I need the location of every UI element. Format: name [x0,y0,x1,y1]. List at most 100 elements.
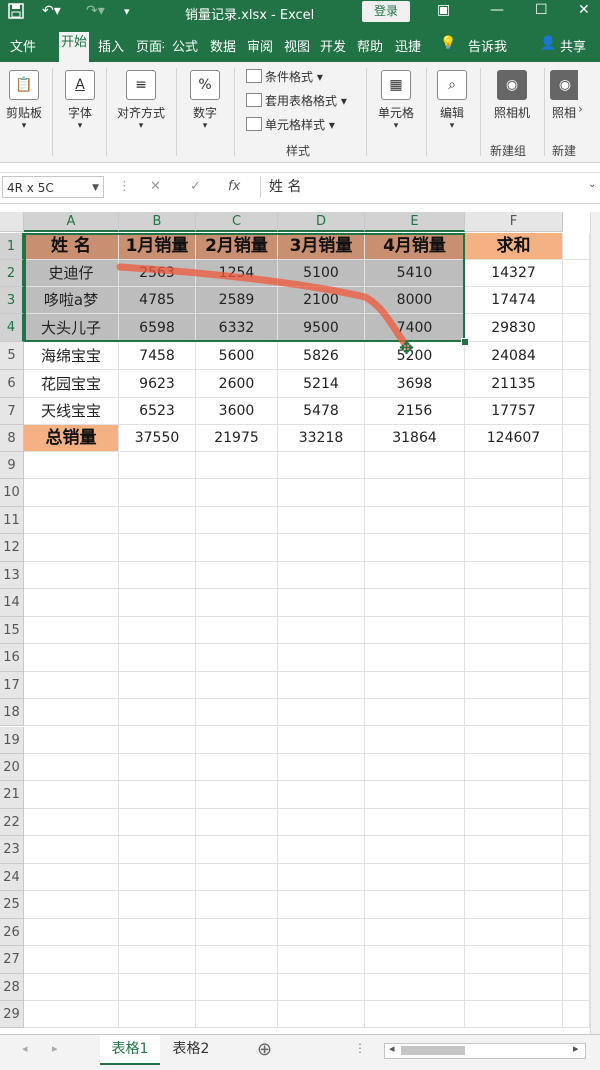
empty-cell[interactable] [119,616,196,645]
empty-cell[interactable] [24,561,119,590]
data-cell[interactable]: 17474 [465,287,563,314]
empty-cell[interactable] [563,863,590,892]
empty-cell[interactable] [196,644,278,672]
empty-cell[interactable] [365,534,465,562]
empty-cell[interactable] [465,589,563,617]
number-group[interactable]: % 数字 ▾ [184,70,226,131]
column-header-f[interactable]: F [465,212,563,232]
data-cell[interactable]: 5478 [278,398,365,425]
scroll-left-icon[interactable]: ◂ [389,1042,395,1055]
empty-cell[interactable] [24,946,119,974]
cancel-icon[interactable]: ✕ [150,179,161,194]
empty-cell[interactable] [196,808,278,837]
empty-cell[interactable] [119,1001,196,1029]
font-group[interactable]: A 字体 ▾ [60,70,100,131]
name-box[interactable]: 4R x 5C ▼ [2,176,104,198]
row-header-25[interactable]: 25 [0,891,24,919]
column-header-b[interactable]: B [119,212,196,232]
empty-cell[interactable] [119,506,196,535]
data-cell[interactable]: 6598 [119,314,196,342]
empty-cell[interactable] [196,726,278,754]
empty-cell[interactable] [196,589,278,617]
data-cell[interactable]: 9500 [278,314,365,342]
empty-cell[interactable] [278,561,365,590]
conditional-format-button[interactable]: 条件格式 ▾ [246,68,323,85]
empty-cell[interactable] [563,644,590,672]
tab-formulas[interactable]: 公式 [172,36,198,55]
empty-cell[interactable] [365,836,465,864]
empty-cell[interactable] [465,699,563,727]
customize-qat-icon[interactable]: ▾ [124,5,130,18]
empty-cell[interactable] [563,836,590,864]
next-sheet-icon[interactable]: ▸ [52,1042,58,1055]
empty-cell[interactable] [119,753,196,782]
data-cell[interactable]: 天线宝宝 [24,398,119,425]
row-header-17[interactable]: 17 [0,671,24,700]
empty-cell[interactable] [196,863,278,892]
data-cell[interactable]: 33218 [278,425,365,452]
row-header-4[interactable]: 4 [0,314,24,342]
data-cell[interactable]: 9623 [119,370,196,398]
empty-cell[interactable] [465,726,563,754]
sheet-tab-2[interactable]: 表格2 [162,1035,220,1063]
header-cell[interactable]: 求和 [465,233,563,260]
empty-cell[interactable] [278,479,365,507]
empty-cell[interactable] [278,589,365,617]
data-cell[interactable]: 31864 [365,425,465,452]
empty-cell[interactable] [24,836,119,864]
data-cell[interactable]: 花园宝宝 [24,370,119,398]
data-cell[interactable]: 5100 [278,260,365,287]
empty-cell[interactable] [465,452,563,480]
empty-cell[interactable] [465,534,563,562]
empty-cell[interactable] [465,808,563,837]
empty-cell[interactable] [119,699,196,727]
lightbulb-icon[interactable]: 💡 [440,36,456,51]
empty-cell[interactable] [563,1001,590,1029]
row-header-13[interactable]: 13 [0,561,24,590]
empty-cell[interactable] [563,506,590,535]
scroll-right-icon[interactable]: › [578,102,583,116]
scroll-right-icon[interactable]: ▸ [573,1042,579,1055]
row-header-23[interactable]: 23 [0,836,24,864]
cell-style-button[interactable]: 单元格样式 ▾ [246,116,335,133]
enter-icon[interactable]: ✓ [190,179,201,194]
empty-cell[interactable] [365,561,465,590]
empty-cell[interactable] [365,452,465,480]
row-header-3[interactable]: 3 [0,287,24,314]
ribbon-display-icon[interactable]: ▣ [437,2,450,18]
row-header-9[interactable]: 9 [0,452,24,480]
data-cell[interactable]: 37550 [119,425,196,452]
data-cell[interactable]: 2600 [196,370,278,398]
maximize-icon[interactable]: ☐ [535,2,548,18]
empty-cell[interactable] [278,753,365,782]
column-header-a[interactable]: A [24,212,119,232]
row-header-5[interactable]: 5 [0,342,24,370]
scroll-thumb[interactable] [401,1046,465,1055]
table-format-button[interactable]: 套用表格格式 ▾ [246,92,347,109]
header-cell[interactable]: 4月销量 [365,233,465,260]
empty-cell[interactable] [119,561,196,590]
empty-cell[interactable] [365,506,465,535]
empty-cell[interactable] [278,946,365,974]
empty-cell[interactable] [365,1001,465,1029]
data-cell[interactable]: 2589 [196,287,278,314]
empty-cell[interactable] [24,534,119,562]
empty-cell[interactable] [563,398,590,425]
empty-cell[interactable] [563,589,590,617]
empty-cell[interactable] [119,671,196,700]
header-cell[interactable]: 2月销量 [196,233,278,260]
empty-cell[interactable] [119,644,196,672]
vertical-scrollbar[interactable] [590,212,600,1034]
empty-cell[interactable] [563,534,590,562]
empty-cell[interactable] [24,753,119,782]
data-cell[interactable]: 史迪仔 [24,260,119,287]
share-button[interactable]: 共享 [560,36,586,55]
spreadsheet-grid[interactable]: A B C D E F 1 2 3 4 5 6 7 8 9 10 11 12 13 14 15 16 17 18 19 20 21 2… [0,212,590,1034]
empty-cell[interactable] [24,589,119,617]
empty-cell[interactable] [563,918,590,947]
empty-cell[interactable] [563,370,590,398]
empty-cell[interactable] [196,561,278,590]
empty-cell[interactable] [563,452,590,480]
empty-cell[interactable] [278,534,365,562]
empty-cell[interactable] [196,671,278,700]
